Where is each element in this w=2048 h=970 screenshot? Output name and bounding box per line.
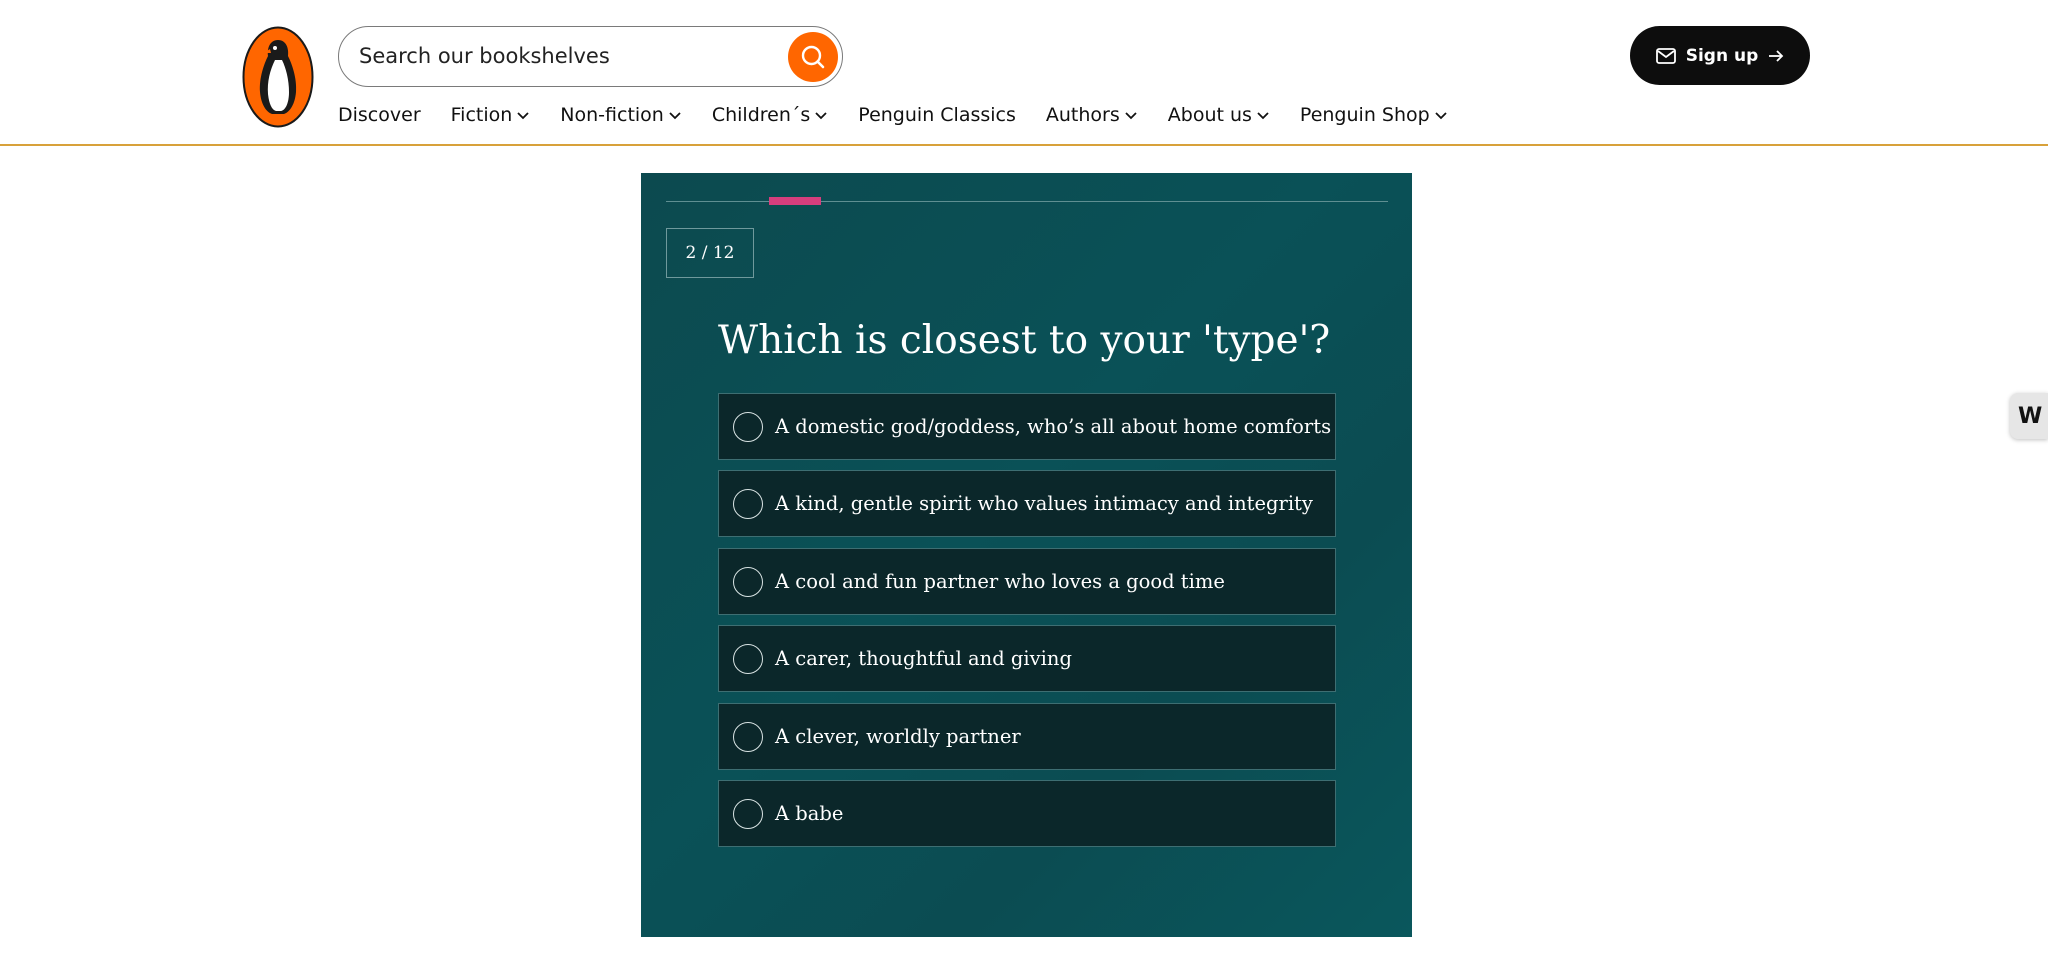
nav-item-discover[interactable]: Discover	[338, 104, 421, 126]
nav-label: Non-fiction	[560, 104, 664, 126]
chevron-down-icon	[517, 112, 529, 120]
sign-up-label: Sign up	[1685, 45, 1759, 66]
arrow-right-icon	[1769, 49, 1784, 62]
nav-item-penguin-shop[interactable]: Penguin Shop	[1300, 104, 1448, 126]
penguin-logo-icon	[242, 26, 314, 128]
chevron-down-icon	[1257, 112, 1269, 120]
side-widget-label: W	[2018, 403, 2043, 429]
nav-item-penguin-classics[interactable]: Penguin Classics	[858, 104, 1016, 126]
question-counter-text: 2 / 12	[685, 243, 735, 263]
answer-option[interactable]: A kind, gentle spirit who values intimac…	[718, 470, 1336, 538]
answer-option[interactable]: A cool and fun partner who loves a good …	[718, 547, 1336, 615]
answer-option[interactable]: A carer, thoughtful and giving	[718, 625, 1336, 693]
nav-label: Fiction	[450, 104, 513, 126]
radio-button[interactable]	[733, 798, 763, 829]
question-counter: 2 / 12	[666, 228, 754, 278]
search-icon	[801, 45, 825, 69]
progress-indicator	[769, 197, 821, 205]
side-widget-tab[interactable]: W	[2010, 393, 2048, 439]
nav-item-childrens[interactable]: Children´s	[712, 104, 828, 126]
radio-button[interactable]	[733, 644, 763, 675]
nav-label: Discover	[338, 104, 421, 126]
nav-label: Authors	[1045, 104, 1120, 126]
radio-button[interactable]	[733, 566, 763, 597]
main-nav: Discover Fiction Non-fiction Children´s …	[338, 100, 1478, 130]
answer-label: A domestic god/goddess, who’s all about …	[775, 415, 1332, 438]
radio-button[interactable]	[733, 489, 763, 520]
nav-item-fiction[interactable]: Fiction	[451, 104, 531, 126]
radio-button[interactable]	[733, 412, 763, 442]
nav-label: About us	[1167, 104, 1252, 126]
site-header: Sign up Discover Fiction Non-fiction Chi…	[0, 0, 2048, 146]
search-bar	[338, 26, 843, 87]
answer-label: A clever, worldly partner	[775, 724, 1021, 748]
answer-option[interactable]: A domestic god/goddess, who’s all about …	[718, 393, 1336, 460]
nav-label: Penguin Classics	[858, 104, 1016, 126]
sign-up-button[interactable]: Sign up	[1630, 26, 1810, 85]
answer-option[interactable]: A babe	[718, 779, 1336, 847]
nav-item-non-fiction[interactable]: Non-fiction	[560, 104, 682, 126]
mail-icon	[1655, 47, 1676, 64]
chevron-down-icon	[815, 112, 827, 120]
answer-label: A cool and fun partner who loves a good …	[775, 569, 1225, 593]
quiz-panel: 2 / 12 Which is closest to your 'type'? …	[641, 173, 1412, 937]
search-input[interactable]	[357, 27, 777, 85]
answer-options: A domestic god/goddess, who’s all about …	[718, 393, 1336, 857]
search-button[interactable]	[788, 32, 838, 82]
question-title: Which is closest to your 'type'?	[718, 318, 1331, 363]
chevron-down-icon	[669, 112, 681, 120]
answer-label: A babe	[775, 801, 844, 825]
answer-label: A carer, thoughtful and giving	[775, 647, 1072, 671]
chevron-down-icon	[1125, 112, 1137, 120]
nav-label: Penguin Shop	[1299, 104, 1430, 126]
answer-option[interactable]: A clever, worldly partner	[718, 702, 1336, 770]
nav-item-authors[interactable]: Authors	[1046, 104, 1138, 126]
radio-button[interactable]	[733, 721, 763, 752]
nav-label: Children´s	[711, 104, 811, 126]
answer-label: A kind, gentle spirit who values intimac…	[775, 492, 1313, 516]
nav-item-about-us[interactable]: About us	[1168, 104, 1270, 126]
chevron-down-icon	[1435, 112, 1447, 120]
